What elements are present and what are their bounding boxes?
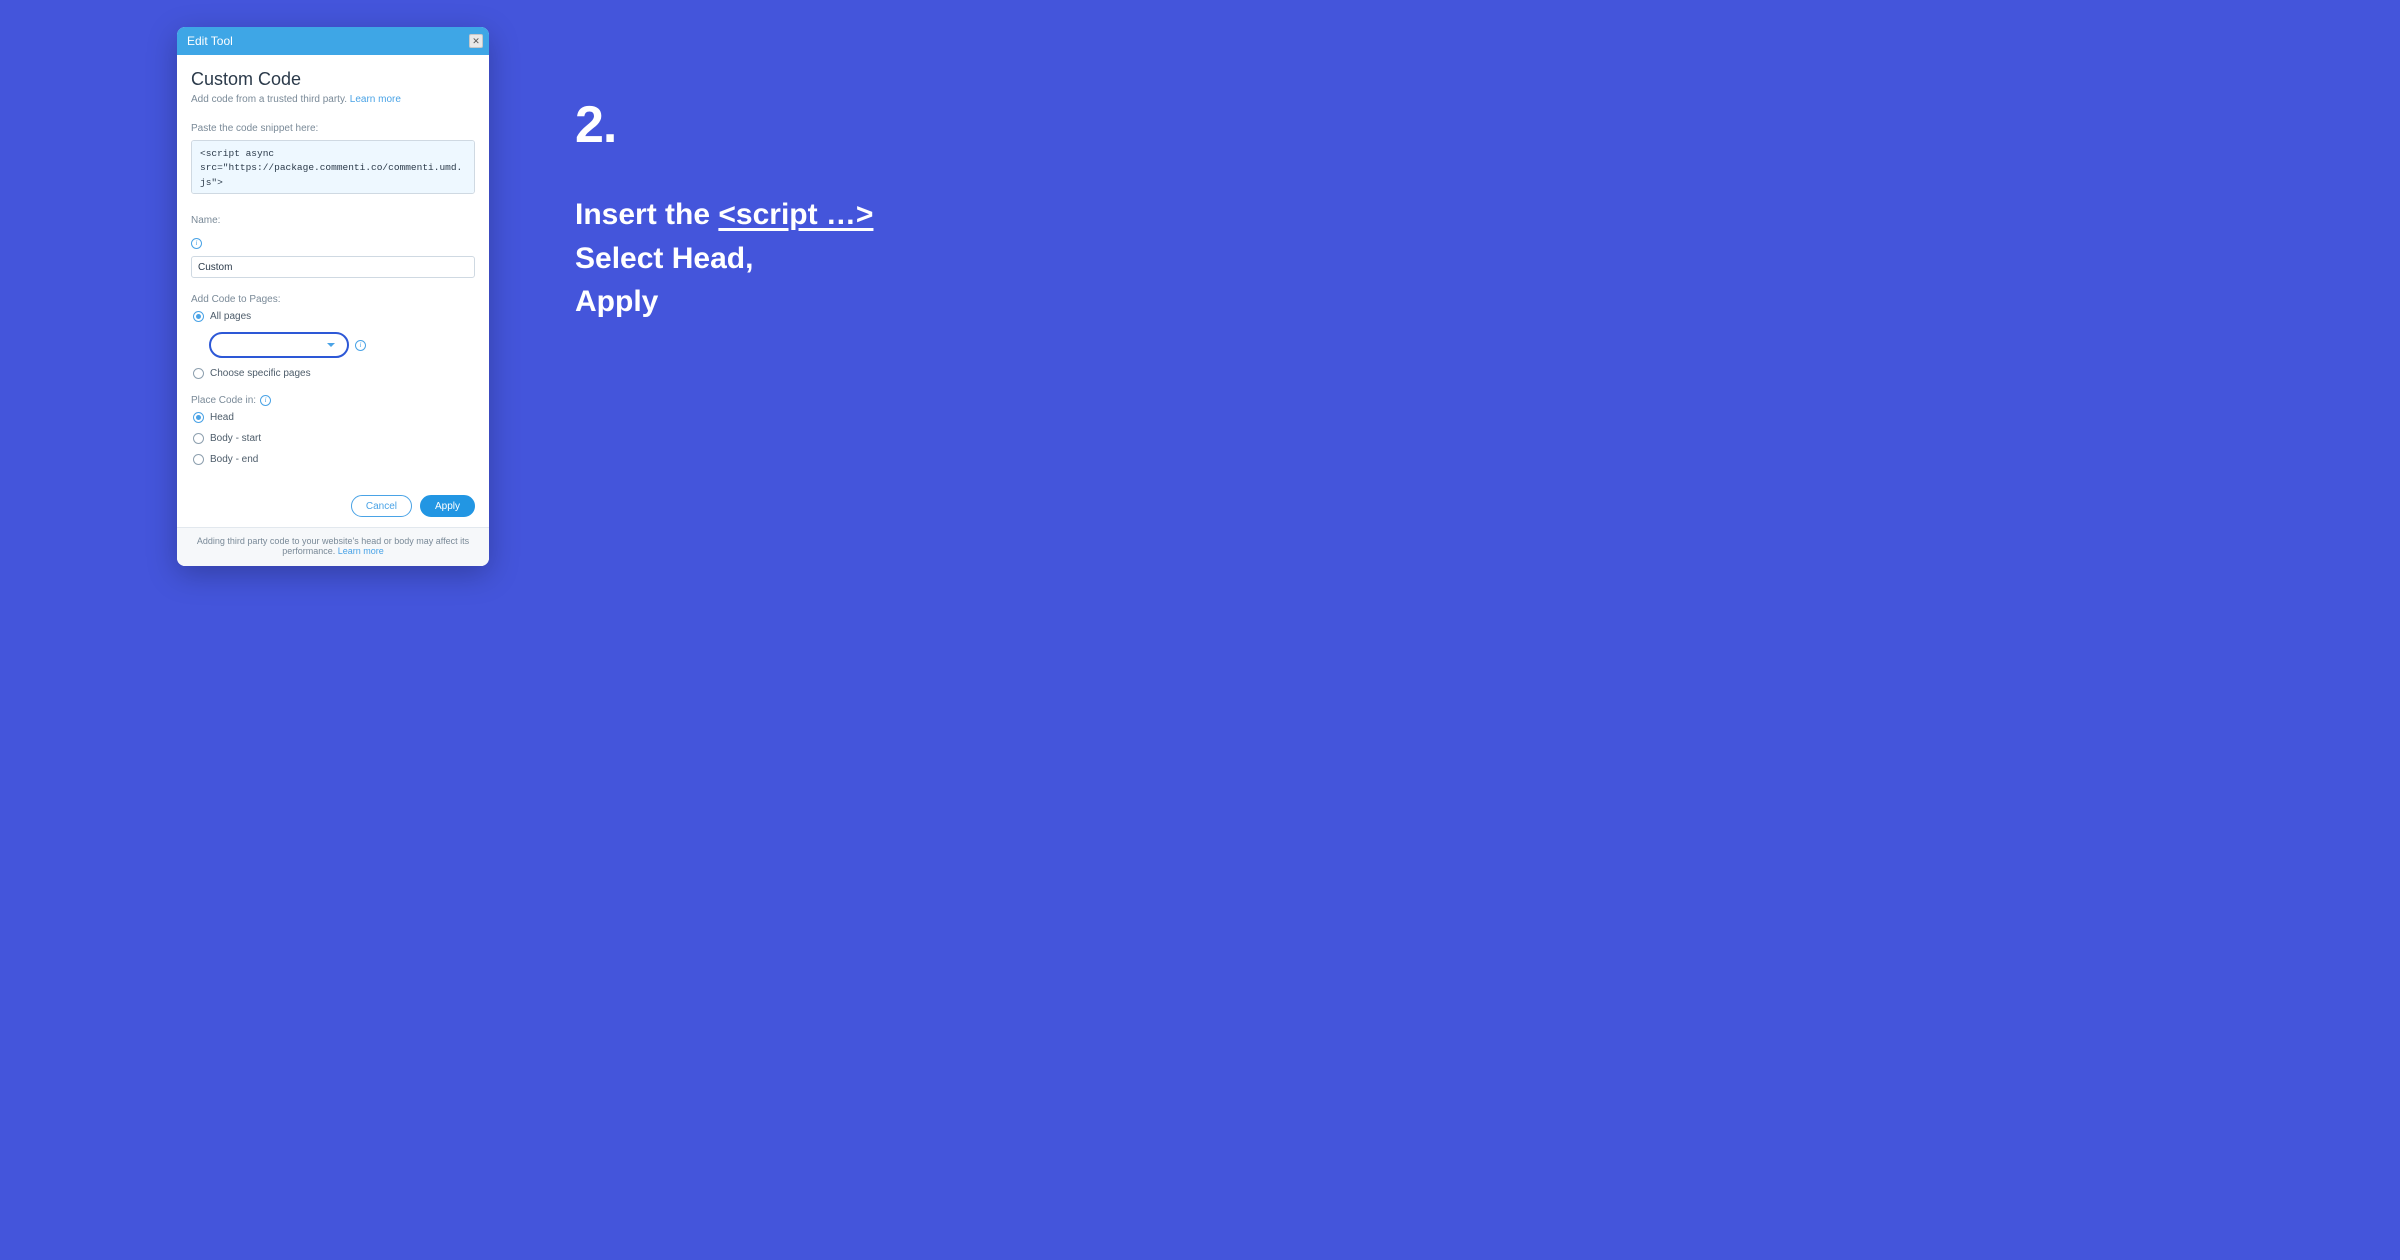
radio-label: Body - end — [210, 454, 258, 465]
code-label: Paste the code snippet here: — [191, 123, 475, 134]
close-icon[interactable]: ✕ — [469, 34, 483, 48]
chevron-down-icon — [327, 343, 335, 347]
dialog-body: Custom Code Add code from a trusted thir… — [177, 55, 489, 481]
radio-specific-pages[interactable]: Choose specific pages — [191, 368, 475, 379]
radio-label: Choose specific pages — [210, 368, 311, 379]
info-icon[interactable]: i — [260, 395, 271, 406]
info-icon[interactable]: i — [355, 340, 366, 351]
radio-icon — [193, 311, 204, 322]
learn-more-link[interactable]: Learn more — [350, 94, 401, 105]
footer-learn-more-link[interactable]: Learn more — [338, 546, 384, 556]
dialog-actions: Cancel Apply — [177, 481, 489, 527]
dialog-heading: Custom Code — [191, 69, 475, 90]
cancel-button[interactable]: Cancel — [351, 495, 412, 517]
instruction-underline: <script …> — [718, 198, 873, 231]
radio-label: Body - start — [210, 433, 261, 444]
instruction-text: Insert the — [575, 198, 718, 231]
instruction-line-2: Select Head, — [575, 237, 873, 281]
radio-all-pages[interactable]: All pages — [191, 311, 475, 322]
apply-button[interactable]: Apply — [420, 495, 475, 517]
name-section: Name: i — [191, 215, 475, 278]
radio-label: Head — [210, 412, 234, 423]
radio-body-end[interactable]: Body - end — [191, 454, 475, 465]
subtitle-text: Add code from a trusted third party. — [191, 94, 350, 105]
radio-head[interactable]: Head — [191, 412, 475, 423]
instruction-panel: 2. Insert the <script …> Select Head, Ap… — [575, 95, 873, 324]
code-section: Paste the code snippet here: — [191, 123, 475, 199]
name-input[interactable] — [191, 256, 475, 278]
dialog-footer: Adding third party code to your website'… — [177, 527, 489, 566]
pages-select-row: i — [209, 332, 475, 358]
radio-icon — [193, 454, 204, 465]
radio-label: All pages — [210, 311, 251, 322]
dialog-subtitle: Add code from a trusted third party. Lea… — [191, 94, 475, 105]
pages-dropdown[interactable] — [209, 332, 349, 358]
edit-tool-dialog: Edit Tool ✕ Custom Code Add code from a … — [177, 27, 489, 566]
pages-section: Add Code to Pages: All pages i Choose sp… — [191, 294, 475, 379]
place-section: Place Code in: i Head Body - start Body … — [191, 395, 475, 465]
place-label: Place Code in: i — [191, 395, 475, 406]
radio-icon — [193, 368, 204, 379]
footer-text: Adding third party code to your website'… — [197, 536, 469, 556]
radio-icon — [193, 433, 204, 444]
instruction-line-1: Insert the <script …> — [575, 193, 873, 237]
pages-label: Add Code to Pages: — [191, 294, 475, 305]
radio-body-start[interactable]: Body - start — [191, 433, 475, 444]
instruction-line-3: Apply — [575, 280, 873, 324]
step-number: 2. — [575, 95, 873, 155]
info-icon[interactable]: i — [191, 238, 202, 249]
code-snippet-input[interactable] — [191, 140, 475, 194]
dialog-title: Edit Tool — [187, 34, 233, 48]
place-label-text: Place Code in: — [191, 395, 256, 406]
radio-icon — [193, 412, 204, 423]
dialog-titlebar: Edit Tool ✕ — [177, 27, 489, 55]
name-label: Name: — [191, 215, 475, 226]
